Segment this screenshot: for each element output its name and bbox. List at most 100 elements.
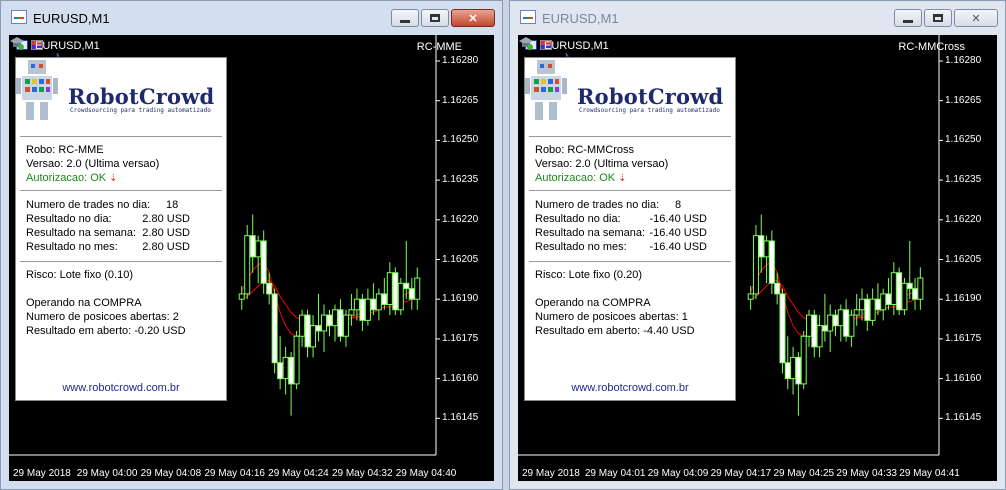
candle-body bbox=[277, 362, 284, 380]
robotcrowd-logo-text: RobotCrowd bbox=[577, 84, 724, 109]
chart-window-icon bbox=[11, 10, 27, 24]
time-tick-label: 29 May 04:24 bbox=[268, 468, 329, 479]
candle-body bbox=[853, 309, 860, 316]
graduation-cap-icon[interactable] bbox=[518, 35, 534, 51]
candle-body bbox=[805, 314, 812, 337]
chart-window-rc-mmcross[interactable]: EURUSD,M1 ✕ EURUSD,M1 RC-MMCross 1.16280… bbox=[509, 0, 1006, 490]
price-tick-label: 1.16205 bbox=[442, 253, 479, 265]
window-title: EURUSD,M1 bbox=[542, 11, 619, 26]
minimize-button[interactable] bbox=[894, 9, 922, 27]
price-tick-label: 1.16250 bbox=[442, 134, 479, 146]
price-tick-label: 1.16190 bbox=[442, 293, 479, 305]
price-tick-label: 1.16175 bbox=[442, 332, 479, 344]
price-chart[interactable]: EURUSD,M1 RC-MME 1.16280 1.16265 1.16250 1.… bbox=[9, 35, 494, 481]
candle-body bbox=[874, 298, 881, 311]
authorization-status: Autorizacao: OK ⇣ bbox=[535, 172, 627, 184]
price-tick-label: 1.16175 bbox=[945, 332, 982, 344]
result-day-value: 2.80 USD bbox=[142, 213, 190, 225]
chart-symbol-label: EURUSD,M1 bbox=[35, 40, 100, 52]
operation-mode: Operando na COMPRA bbox=[535, 297, 651, 309]
graduation-cap-icon[interactable] bbox=[9, 35, 25, 51]
price-tick-label: 1.16160 bbox=[945, 372, 982, 384]
time-tick-label: 29 May 04:08 bbox=[140, 468, 202, 479]
candle-body bbox=[906, 282, 913, 290]
candle-body bbox=[880, 293, 887, 311]
robotcrowd-logo-text: RobotCrowd bbox=[68, 84, 215, 109]
result-week-value: 2.80 USD bbox=[142, 227, 190, 239]
candle-body bbox=[397, 282, 404, 311]
candle-body bbox=[359, 298, 366, 321]
window-titlebar[interactable]: EURUSD,M1 ✕ bbox=[1, 1, 502, 35]
result-month-value: 2.80 USD bbox=[142, 241, 190, 253]
time-tick-label: 29 May 2018 bbox=[522, 468, 580, 479]
time-tick-label: 29 May 04:01 bbox=[584, 468, 646, 479]
price-chart[interactable]: EURUSD,M1 RC-MMCross 1.16280 1.16265 1.162… bbox=[518, 35, 997, 481]
time-tick-label: 29 May 04:33 bbox=[836, 468, 897, 479]
candle-body bbox=[821, 325, 828, 332]
candle-body bbox=[408, 288, 415, 300]
window-titlebar[interactable]: EURUSD,M1 ✕ bbox=[510, 1, 1005, 35]
candle-body bbox=[869, 298, 876, 321]
candle-body bbox=[255, 240, 262, 258]
price-tick-label: 1.16190 bbox=[945, 293, 982, 305]
candle-body bbox=[337, 309, 344, 337]
close-icon: ✕ bbox=[468, 12, 478, 25]
candle-body bbox=[896, 272, 903, 311]
trades-label: Numero de trades no dia: bbox=[535, 199, 660, 211]
candle-body bbox=[304, 314, 311, 348]
candle-body bbox=[811, 314, 818, 348]
robot-logo-icon bbox=[16, 60, 58, 120]
maximize-button[interactable] bbox=[421, 9, 449, 27]
maximize-icon bbox=[933, 14, 943, 22]
candle-body bbox=[917, 277, 924, 300]
open-result: Resultado em aberto: -0.20 USD bbox=[26, 325, 186, 337]
candle-body bbox=[331, 309, 338, 327]
chart-symbol-label: EURUSD,M1 bbox=[544, 40, 609, 52]
candle-body bbox=[901, 282, 908, 311]
minimize-button[interactable] bbox=[391, 9, 419, 27]
candle-body bbox=[859, 298, 866, 311]
maximize-button[interactable] bbox=[924, 9, 952, 27]
divider bbox=[529, 190, 731, 191]
expert-advisor-name: RC-MMCross bbox=[898, 41, 965, 53]
candle-body bbox=[816, 325, 823, 348]
time-tick-label: 29 May 04:00 bbox=[76, 468, 138, 479]
candle-body bbox=[779, 293, 786, 364]
robotcrowd-tagline: Crowdsourcing para trading automatizado bbox=[579, 107, 720, 114]
candle-body bbox=[271, 293, 278, 364]
minimize-icon bbox=[903, 19, 913, 23]
robot-logo-icon bbox=[525, 60, 567, 120]
window-title: EURUSD,M1 bbox=[33, 11, 110, 26]
candle-body bbox=[375, 293, 382, 311]
chart-window-rc-mme[interactable]: EURUSD,M1 ✕ EURUSD,M1 RC-MME 1.16280 1.16… bbox=[0, 0, 503, 490]
result-month-label: Resultado no mes: bbox=[535, 241, 627, 253]
result-day-value: -16.40 USD bbox=[649, 213, 707, 225]
close-button[interactable]: ✕ bbox=[451, 9, 495, 27]
candle-body bbox=[310, 325, 317, 348]
time-tick-label: 29 May 04:17 bbox=[710, 468, 772, 479]
candle-body bbox=[403, 282, 410, 290]
trades-label: Numero de trades no dia: bbox=[26, 199, 151, 211]
open-result: Resultado em aberto: -4.40 USD bbox=[535, 325, 695, 337]
robotcrowd-tagline: Crowdsourcing para trading automatizado bbox=[70, 107, 211, 114]
time-tick-label: 29 May 04:16 bbox=[204, 468, 265, 479]
time-tick-label: 29 May 04:32 bbox=[331, 468, 393, 479]
candle-body bbox=[244, 235, 251, 295]
candle-body bbox=[321, 314, 328, 332]
candle-body bbox=[326, 314, 333, 327]
close-button[interactable]: ✕ bbox=[954, 9, 998, 27]
maximize-icon bbox=[430, 14, 440, 22]
candle-body bbox=[386, 272, 393, 305]
candle-body bbox=[843, 309, 850, 337]
robotcrowd-link[interactable]: www.robotcrowd.com.br bbox=[525, 382, 735, 394]
time-tick-label: 29 May 04:25 bbox=[773, 468, 835, 479]
candle-body bbox=[348, 309, 355, 316]
robotcrowd-link[interactable]: www.robotcrowd.com.br bbox=[16, 382, 226, 394]
price-tick-label: 1.16265 bbox=[442, 94, 479, 106]
candle-body bbox=[260, 240, 267, 284]
robo-name: Robo: RC-MME bbox=[26, 144, 104, 156]
candle-body bbox=[800, 335, 807, 385]
price-tick-label: 1.16205 bbox=[945, 253, 982, 265]
candle-body bbox=[763, 240, 770, 258]
candle-body bbox=[392, 272, 399, 311]
